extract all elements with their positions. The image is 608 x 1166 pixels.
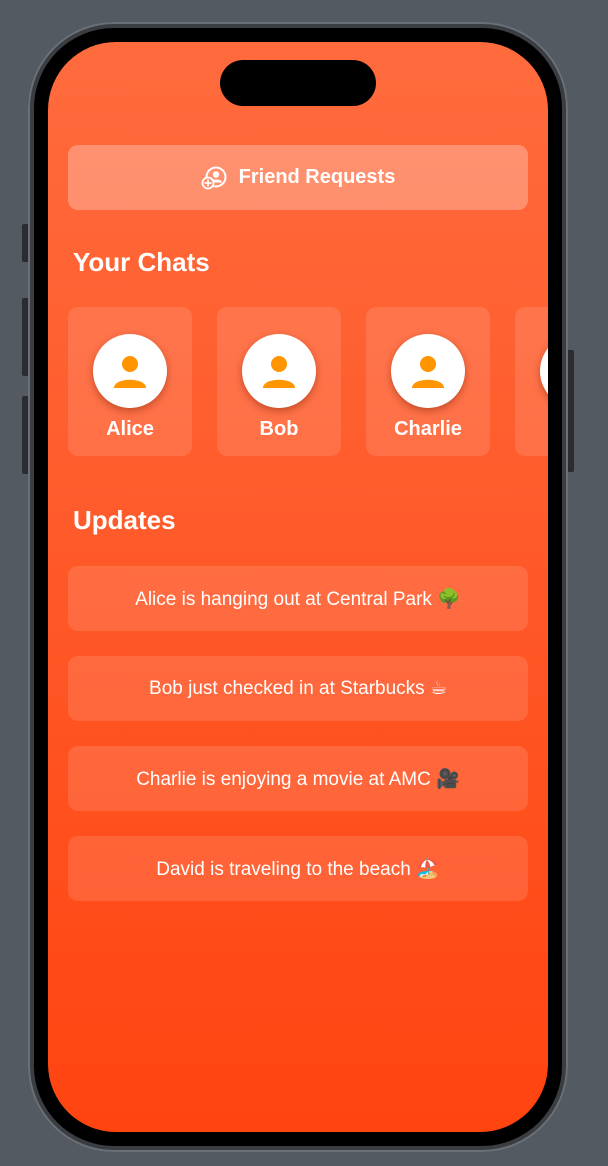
friend-requests-button[interactable]: Friend Requests [68, 145, 528, 210]
chat-name: Charlie [394, 418, 462, 440]
dynamic-island [220, 60, 376, 106]
update-item[interactable]: Bob just checked in at Starbucks ☕ [68, 656, 528, 721]
person-add-icon [201, 165, 227, 191]
avatar [540, 334, 548, 408]
chat-name: Bob [259, 418, 299, 440]
updates-heading: Updates [73, 505, 176, 535]
friend-requests-label: Friend Requests [238, 166, 396, 188]
person-icon [412, 356, 444, 388]
chat-card-bob[interactable]: Bob [217, 307, 341, 456]
chat-card-alice[interactable]: Alice [68, 307, 192, 456]
avatar [93, 334, 167, 408]
update-text: Alice is hanging out at Central Park 🌳 [135, 588, 461, 610]
avatar [391, 334, 465, 408]
update-item[interactable]: Alice is hanging out at Central Park 🌳 [68, 566, 528, 631]
chat-carousel[interactable]: Alice Bob Charlie [68, 307, 548, 457]
device-stage: Friend Requests Your Chats Alice Bob Cha… [0, 0, 608, 1166]
update-text: Charlie is enjoying a movie at AMC 🎥 [136, 768, 460, 790]
chat-name: Alice [106, 418, 154, 440]
app-screen: Friend Requests Your Chats Alice Bob Cha… [48, 42, 548, 1132]
chat-card-partial[interactable] [515, 307, 548, 456]
update-item[interactable]: David is traveling to the beach 🏖️ [68, 836, 528, 901]
person-icon [263, 356, 295, 388]
update-text: Bob just checked in at Starbucks ☕ [149, 678, 447, 699]
update-text: David is traveling to the beach 🏖️ [156, 858, 440, 880]
avatar [242, 334, 316, 408]
your-chats-heading: Your Chats [73, 247, 210, 277]
chat-card-charlie[interactable]: Charlie [366, 307, 490, 456]
update-item[interactable]: Charlie is enjoying a movie at AMC 🎥 [68, 746, 528, 811]
person-icon [114, 356, 146, 388]
updates-list: Alice is hanging out at Central Park 🌳 B… [68, 566, 528, 926]
